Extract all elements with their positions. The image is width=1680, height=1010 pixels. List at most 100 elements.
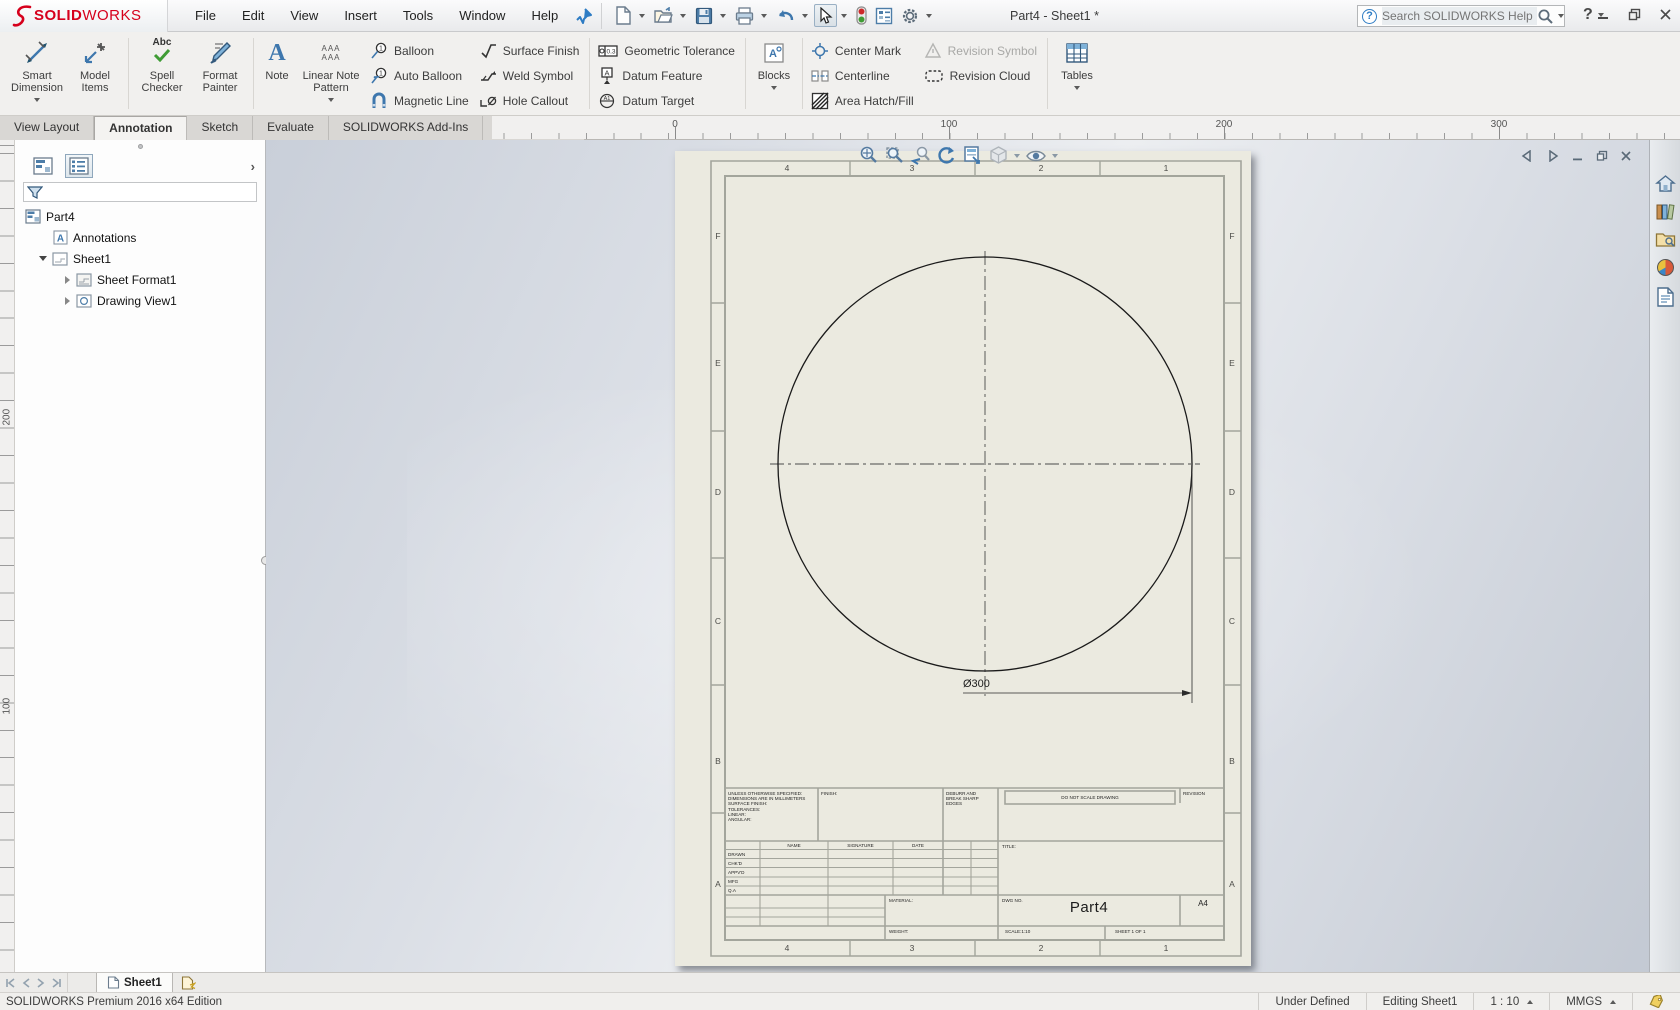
datum-target-button[interactable]: A1 Datum Target	[594, 88, 741, 113]
file-explorer-icon[interactable]	[1655, 230, 1676, 248]
hide-show-items-icon[interactable]	[1025, 146, 1047, 166]
custom-properties-icon[interactable]	[1656, 287, 1675, 307]
doc-close-icon[interactable]	[1620, 150, 1632, 162]
next-sheet-icon[interactable]	[36, 978, 46, 988]
save-button[interactable]	[692, 5, 716, 27]
units-control[interactable]: MMGS	[1549, 993, 1632, 1010]
menu-insert[interactable]: Insert	[331, 0, 390, 32]
open-button[interactable]	[651, 5, 676, 26]
last-sheet-icon[interactable]	[51, 978, 63, 988]
search-icon[interactable]	[1537, 8, 1554, 25]
next-window-icon[interactable]	[1546, 150, 1560, 162]
options-dropdown[interactable]	[926, 14, 932, 18]
menu-edit[interactable]: Edit	[229, 0, 277, 32]
new-document-button[interactable]	[612, 4, 635, 27]
smart-dimension-button[interactable]: Smart Dimension	[8, 36, 66, 115]
hole-callout-button[interactable]: Hole Callout	[475, 88, 586, 113]
collapsed-arrow-icon[interactable]	[65, 276, 70, 284]
tree-item-drawing-view1[interactable]: Drawing View1	[15, 290, 265, 311]
sheet-scale-control[interactable]: 1 : 10	[1473, 993, 1549, 1010]
tree-filter-field[interactable]	[23, 182, 257, 202]
minimize-button[interactable]	[1597, 8, 1610, 21]
hide-show-dropdown[interactable]	[1052, 154, 1058, 158]
tab-annotation[interactable]: Annotation	[94, 116, 187, 140]
close-button[interactable]	[1659, 8, 1672, 21]
file-properties-button[interactable]	[872, 5, 896, 27]
diameter-dimension[interactable]: Ø300	[963, 678, 990, 690]
centerline-button[interactable]: Centerline	[807, 63, 920, 88]
tables-dropdown[interactable]	[1074, 86, 1080, 90]
format-painter-button[interactable]: Format Painter	[191, 36, 249, 115]
sheet1-tab[interactable]: Sheet1	[96, 973, 173, 992]
print-button[interactable]	[732, 5, 757, 27]
doc-restore-icon[interactable]	[1596, 150, 1608, 162]
rebuild-button[interactable]	[853, 4, 870, 27]
task-home-icon[interactable]	[1655, 174, 1676, 193]
restore-button[interactable]	[1628, 8, 1641, 21]
magnetic-line-button[interactable]: Magnetic Line	[366, 88, 475, 113]
add-sheet-button[interactable]	[173, 973, 204, 992]
panel-expand-chevron-icon[interactable]: ›	[251, 159, 255, 174]
spell-checker-button[interactable]: Abc Spell Checker	[133, 36, 191, 115]
sheet-properties-icon[interactable]	[962, 145, 983, 166]
tags-control[interactable]	[1632, 993, 1680, 1010]
print-dropdown[interactable]	[761, 14, 767, 18]
search-input[interactable]	[1382, 7, 1537, 25]
graphics-area[interactable]: 4 3 2 1 4 3 2 1 F E D C B A F E D C B A	[266, 140, 1680, 972]
tab-evaluate[interactable]: Evaluate	[253, 116, 329, 140]
save-dropdown[interactable]	[720, 14, 726, 18]
help-search-box[interactable]: ?	[1357, 5, 1565, 27]
menu-view[interactable]: View	[277, 0, 331, 32]
options-button[interactable]	[898, 5, 922, 27]
revision-cloud-button[interactable]: Revision Cloud	[920, 63, 1043, 88]
feature-manager-tab[interactable]	[29, 154, 57, 178]
tab-sketch[interactable]: Sketch	[187, 116, 253, 140]
pin-menu-icon[interactable]	[575, 7, 593, 25]
select-tool-button[interactable]	[814, 4, 837, 27]
undo-button[interactable]	[773, 5, 798, 26]
display-style-dropdown[interactable]	[1014, 154, 1020, 158]
model-items-button[interactable]: Model Items	[66, 36, 124, 115]
menu-help[interactable]: Help	[518, 0, 571, 32]
auto-balloon-button[interactable]: 1 Auto Balloon	[366, 63, 475, 88]
design-library-icon[interactable]	[1655, 202, 1676, 221]
smart-dimension-dropdown[interactable]	[34, 98, 40, 102]
geometric-tolerance-button[interactable]: 0.3 Geometric Tolerance	[594, 38, 741, 63]
undo-dropdown[interactable]	[802, 14, 808, 18]
area-hatch-fill-button[interactable]: Area Hatch/Fill	[807, 88, 920, 113]
center-mark-button[interactable]: Center Mark	[807, 38, 920, 63]
linear-note-pattern-dropdown[interactable]	[328, 98, 334, 102]
note-button[interactable]: A Note	[258, 36, 296, 115]
open-dropdown[interactable]	[680, 14, 686, 18]
first-sheet-icon[interactable]	[4, 978, 16, 988]
datum-feature-button[interactable]: A Datum Feature	[594, 63, 741, 88]
previous-window-icon[interactable]	[1520, 150, 1534, 162]
select-dropdown[interactable]	[841, 14, 847, 18]
collapsed-arrow-icon[interactable]	[65, 297, 70, 305]
search-scope-dropdown[interactable]	[1558, 14, 1564, 18]
tree-item-part4[interactable]: Part4	[15, 206, 265, 227]
new-document-dropdown[interactable]	[639, 14, 645, 18]
tab-solidworks-add-ins[interactable]: SOLIDWORKS Add-Ins	[329, 116, 483, 140]
balloon-button[interactable]: 1 Balloon	[366, 38, 475, 63]
expanded-arrow-icon[interactable]	[39, 256, 47, 261]
panel-drag-handle[interactable]	[15, 140, 265, 152]
menu-tools[interactable]: Tools	[390, 0, 446, 32]
tree-item-sheet1[interactable]: Sheet1	[15, 248, 265, 269]
appearances-icon[interactable]	[1655, 257, 1676, 278]
zoom-area-icon[interactable]	[884, 145, 905, 166]
zoom-fit-icon[interactable]	[858, 145, 879, 166]
doc-minimize-icon[interactable]	[1572, 150, 1584, 162]
previous-view-icon[interactable]	[910, 145, 931, 166]
previous-sheet-icon[interactable]	[21, 978, 31, 988]
tree-item-sheet-format1[interactable]: Sheet Format1	[15, 269, 265, 290]
blocks-button[interactable]: A Blocks	[750, 36, 798, 115]
blocks-dropdown[interactable]	[771, 86, 777, 90]
menu-window[interactable]: Window	[446, 0, 518, 32]
drawing-sheet[interactable]: 4 3 2 1 4 3 2 1 F E D C B A F E D C B A	[675, 151, 1251, 966]
redraw-icon[interactable]	[936, 145, 957, 166]
tree-item-annotations[interactable]: A Annotations	[15, 227, 265, 248]
linear-note-pattern-button[interactable]: AAA AAA Linear Note Pattern	[296, 36, 366, 115]
tab-view-layout[interactable]: View Layout	[0, 116, 94, 140]
tables-button[interactable]: Tables	[1052, 36, 1102, 115]
